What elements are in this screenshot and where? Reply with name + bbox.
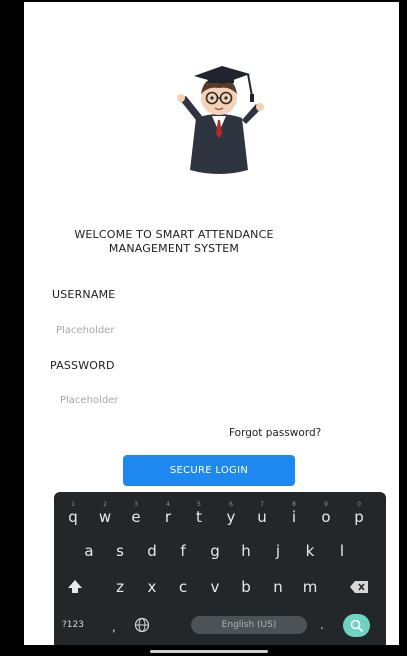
password-label: PASSWORD bbox=[50, 359, 115, 372]
key-label: w bbox=[98, 508, 112, 526]
key-b[interactable]: b bbox=[231, 572, 261, 602]
period-key[interactable]: . bbox=[320, 618, 324, 632]
shift-icon[interactable] bbox=[60, 572, 90, 602]
key-v[interactable]: v bbox=[200, 572, 230, 602]
key-w[interactable]: 2w bbox=[90, 501, 120, 532]
welcome-line-2: MANAGEMENT SYSTEM bbox=[108, 242, 240, 255]
shift-icon-glyph bbox=[68, 580, 82, 593]
key-hint: 5 bbox=[197, 501, 201, 508]
key-j[interactable]: j bbox=[263, 536, 293, 566]
key-hint: 1 bbox=[71, 501, 75, 508]
home-indicator[interactable] bbox=[150, 650, 268, 653]
key-z[interactable]: z bbox=[105, 572, 135, 602]
backspace-icon-glyph bbox=[350, 581, 368, 593]
space-bar[interactable]: English (US) bbox=[191, 616, 307, 634]
keyboard-row-3: z x c v b n m bbox=[54, 572, 386, 602]
comma-key[interactable]: , bbox=[112, 620, 116, 634]
onscreen-keyboard: 1q 2w 3e 4r 5t 6y 7u 8i 9o 0p a s d f g … bbox=[54, 492, 386, 645]
login-screen: WELCOME TO SMART ATTENDANCE MANAGEMENT S… bbox=[24, 2, 399, 645]
key-p[interactable]: 0p bbox=[344, 501, 374, 532]
graduate-avatar bbox=[177, 66, 264, 174]
search-icon[interactable] bbox=[343, 614, 370, 637]
key-i[interactable]: 8i bbox=[279, 501, 309, 532]
key-r[interactable]: 4r bbox=[153, 501, 183, 532]
key-label: r bbox=[164, 508, 172, 526]
key-h[interactable]: h bbox=[231, 536, 261, 566]
key-c[interactable]: c bbox=[168, 572, 198, 602]
password-input[interactable] bbox=[60, 392, 260, 408]
secure-login-button[interactable]: SECURE LOGIN bbox=[123, 455, 295, 486]
key-e[interactable]: 3e bbox=[121, 501, 151, 532]
key-label: y bbox=[226, 508, 236, 526]
key-x[interactable]: x bbox=[137, 572, 167, 602]
key-hint: 7 bbox=[260, 501, 264, 508]
key-hint: 3 bbox=[134, 501, 138, 508]
key-a[interactable]: a bbox=[74, 536, 104, 566]
keyboard-row-2: a s d f g h j k l bbox=[54, 536, 386, 566]
key-hint: 8 bbox=[292, 501, 296, 508]
key-hint: 0 bbox=[357, 501, 361, 508]
key-label: i bbox=[291, 508, 297, 526]
key-y[interactable]: 6y bbox=[216, 501, 246, 532]
globe-icon-glyph bbox=[134, 617, 150, 633]
key-label: o bbox=[321, 508, 331, 526]
search-icon-glyph bbox=[350, 619, 364, 633]
key-hint: 9 bbox=[324, 501, 328, 508]
key-o[interactable]: 9o bbox=[311, 501, 341, 532]
key-f[interactable]: f bbox=[168, 536, 198, 566]
key-q[interactable]: 1q bbox=[58, 501, 88, 532]
key-hint: 2 bbox=[103, 501, 107, 508]
welcome-heading: WELCOME TO SMART ATTENDANCE MANAGEMENT S… bbox=[54, 228, 294, 256]
backspace-icon[interactable] bbox=[344, 572, 374, 602]
welcome-line-1: WELCOME TO SMART ATTENDANCE bbox=[74, 228, 274, 241]
key-label: e bbox=[131, 508, 141, 526]
key-label: t bbox=[196, 508, 202, 526]
key-label: p bbox=[354, 508, 364, 526]
key-hint: 4 bbox=[166, 501, 170, 508]
key-u[interactable]: 7u bbox=[247, 501, 277, 532]
key-s[interactable]: s bbox=[105, 536, 135, 566]
forgot-password-link[interactable]: Forgot password? bbox=[229, 427, 321, 439]
key-g[interactable]: g bbox=[200, 536, 230, 566]
key-k[interactable]: k bbox=[295, 536, 325, 566]
key-hint: 6 bbox=[229, 501, 233, 508]
key-d[interactable]: d bbox=[137, 536, 167, 566]
key-t[interactable]: 5t bbox=[184, 501, 214, 532]
key-label: u bbox=[257, 508, 267, 526]
symbols-key[interactable]: ?123 bbox=[62, 620, 84, 630]
globe-icon[interactable] bbox=[134, 616, 152, 634]
key-m[interactable]: m bbox=[295, 572, 325, 602]
key-label: q bbox=[68, 508, 78, 526]
key-l[interactable]: l bbox=[327, 536, 357, 566]
keyboard-row-1: 1q 2w 3e 4r 5t 6y 7u 8i 9o 0p bbox=[54, 501, 386, 532]
username-label: USERNAME bbox=[52, 288, 116, 301]
username-input[interactable] bbox=[56, 322, 256, 338]
key-n[interactable]: n bbox=[263, 572, 293, 602]
